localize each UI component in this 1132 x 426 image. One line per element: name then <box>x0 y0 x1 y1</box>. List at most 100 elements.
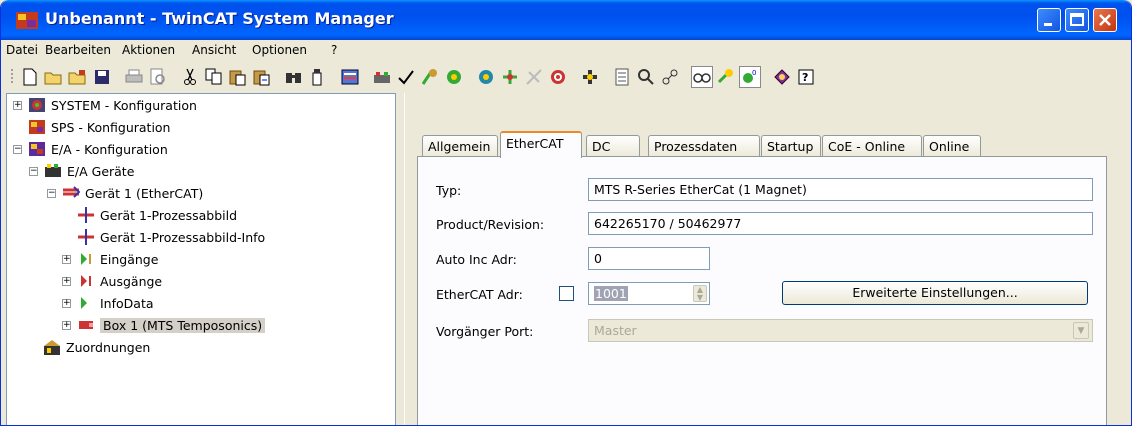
title-bar[interactable]: Unbenannt - TwinCAT System Manager <box>1 0 1131 40</box>
collapse-toggle[interactable]: − <box>47 188 56 198</box>
predecessor-port-select[interactable]: Master ▼ <box>588 319 1093 342</box>
tree-label: Ausgänge <box>100 273 163 289</box>
tab-allgemein[interactable]: Allgemein <box>422 135 498 157</box>
check-configuration-icon[interactable] <box>371 66 393 88</box>
tree-label: SPS - Konfiguration <box>51 119 171 135</box>
find-icon[interactable] <box>283 66 305 88</box>
tree-item-plc[interactable]: SPS - Konfiguration <box>28 116 170 138</box>
tree-item-mappings[interactable]: Zuordnungen <box>43 336 150 358</box>
tab-ethercat[interactable]: EtherCAT <box>500 131 582 158</box>
config-tree[interactable]: + SYSTEM - Konfiguration SPS - Konfigura… <box>6 93 396 425</box>
set-run-mode-icon[interactable] <box>419 66 441 88</box>
tree-item-io-devices[interactable]: − E/A Geräte <box>29 160 134 182</box>
menu-help[interactable]: ? <box>331 43 337 57</box>
open-icon[interactable] <box>43 66 65 88</box>
find-next-icon[interactable] <box>307 66 329 88</box>
reload-devices-icon[interactable] <box>475 66 497 88</box>
save-icon[interactable] <box>91 66 113 88</box>
tree-item-infodata[interactable]: + InfoData <box>62 292 154 314</box>
predecessor-port-value: Master <box>594 323 637 338</box>
collapse-toggle[interactable]: − <box>13 144 22 154</box>
tab-coe-online[interactable]: CoE - Online <box>822 135 922 157</box>
expand-toggle[interactable]: + <box>62 320 71 330</box>
print-icon[interactable] <box>123 66 145 88</box>
predecessor-port-label: Vorgänger Port: <box>436 324 534 339</box>
io-devices-icon <box>45 164 61 177</box>
goggles-icon[interactable] <box>691 66 713 88</box>
open-project-icon[interactable] <box>67 66 89 88</box>
show-sub-items-icon[interactable] <box>611 66 633 88</box>
window-title: Unbenannt - TwinCAT System Manager <box>45 9 394 28</box>
tab-prozessdaten[interactable]: Prozessdaten <box>648 135 760 157</box>
copy-icon[interactable] <box>203 66 225 88</box>
system-config-icon <box>29 98 45 112</box>
expand-toggle[interactable]: + <box>62 276 71 286</box>
minimize-button[interactable] <box>1037 8 1061 32</box>
menu-datei[interactable]: Datei <box>6 43 38 57</box>
tree-item-box-1[interactable]: + Box 1 (MTS Temposonics) <box>62 314 266 336</box>
close-button[interactable] <box>1093 8 1117 32</box>
cut-icon[interactable] <box>179 66 201 88</box>
new-icon[interactable] <box>19 66 41 88</box>
tree-label: E/A Geräte <box>67 163 135 179</box>
ethercat-adr-label: EtherCAT Adr: <box>436 287 523 302</box>
tree-item-system[interactable]: + SYSTEM - Konfiguration <box>13 94 197 116</box>
counter-icon[interactable]: 0 <box>739 66 761 88</box>
infodata-icon <box>81 297 87 309</box>
tree-label: InfoData <box>100 295 154 311</box>
tab-dc[interactable]: DC <box>586 135 640 157</box>
choose-target-icon[interactable] <box>579 66 601 88</box>
app-window: Unbenannt - TwinCAT System Manager Datei… <box>0 0 1132 426</box>
expand-toggle[interactable]: + <box>62 298 71 308</box>
restart-config-mode-icon[interactable] <box>443 66 465 88</box>
tab-startup[interactable]: Startup <box>761 135 821 157</box>
maximize-button[interactable] <box>1065 8 1089 32</box>
tree-item-outputs[interactable]: + Ausgänge <box>62 270 162 292</box>
process-image-icon <box>78 207 94 223</box>
auto-inc-adr-field[interactable]: 0 <box>588 247 710 270</box>
menu-bearbeiten[interactable]: Bearbeiten <box>45 43 111 57</box>
lamp-icon[interactable] <box>715 66 737 88</box>
product-revision-field[interactable]: 642265170 / 50462977 <box>588 212 1093 235</box>
maximize-icon <box>1070 13 1084 26</box>
generate-mappings-icon[interactable] <box>339 66 361 88</box>
menu-ansicht[interactable]: Ansicht <box>192 43 236 57</box>
expand-toggle[interactable]: + <box>62 254 71 264</box>
expand-toggle[interactable]: + <box>13 100 22 110</box>
tree-label: Gerät 1-Prozessabbild-Info <box>100 229 266 245</box>
spinner-arrows-icon[interactable]: ▲ ▼ <box>693 285 707 302</box>
typ-label: Typ: <box>436 183 462 198</box>
zoom-icon[interactable] <box>635 66 657 88</box>
outputs-icon <box>81 275 91 287</box>
help-icon[interactable]: ? <box>795 66 817 88</box>
tree-item-device-1[interactable]: − Gerät 1 (EtherCAT) <box>47 182 203 204</box>
chevron-down-icon[interactable]: ▼ <box>1073 322 1089 339</box>
tab-online[interactable]: Online <box>923 135 981 157</box>
collapse-toggle[interactable]: − <box>29 166 38 176</box>
help-book-icon[interactable] <box>771 66 793 88</box>
io-config-icon <box>29 142 45 156</box>
typ-field[interactable]: MTS R-Series EtherCat (1 Magnet) <box>588 178 1093 201</box>
tree-label: Gerät 1-Prozessabbild <box>100 207 238 223</box>
advanced-settings-button[interactable]: Erweiterte Einstellungen... <box>782 281 1088 305</box>
tree-item-process-image-info[interactable]: Gerät 1-Prozessabbild-Info <box>77 226 265 248</box>
scan-devices-icon[interactable] <box>499 66 521 88</box>
show-online-data-icon[interactable] <box>547 66 569 88</box>
ethercat-adr-spinner[interactable]: 1001 ▲ ▼ <box>588 282 710 305</box>
minimize-icon <box>1044 23 1052 26</box>
print-preview-icon[interactable] <box>147 66 169 88</box>
tree-item-inputs[interactable]: + Eingänge <box>62 248 158 270</box>
menu-aktionen[interactable]: Aktionen <box>122 43 175 57</box>
svg-text:?: ? <box>802 71 808 84</box>
network-icon[interactable] <box>659 66 681 88</box>
toolbar-grip[interactable] <box>9 66 15 88</box>
ethercat-adr-checkbox[interactable] <box>559 286 574 301</box>
paste-with-links-icon[interactable] <box>251 66 273 88</box>
tree-item-process-image[interactable]: Gerät 1-Prozessabbild <box>77 204 237 226</box>
splitter[interactable] <box>396 93 404 425</box>
tree-item-io[interactable]: − E/A - Konfiguration <box>13 138 168 160</box>
menu-optionen[interactable]: Optionen <box>252 43 307 57</box>
paste-icon[interactable] <box>227 66 249 88</box>
toggle-free-run-icon[interactable] <box>523 66 545 88</box>
activate-configuration-icon[interactable] <box>395 66 417 88</box>
